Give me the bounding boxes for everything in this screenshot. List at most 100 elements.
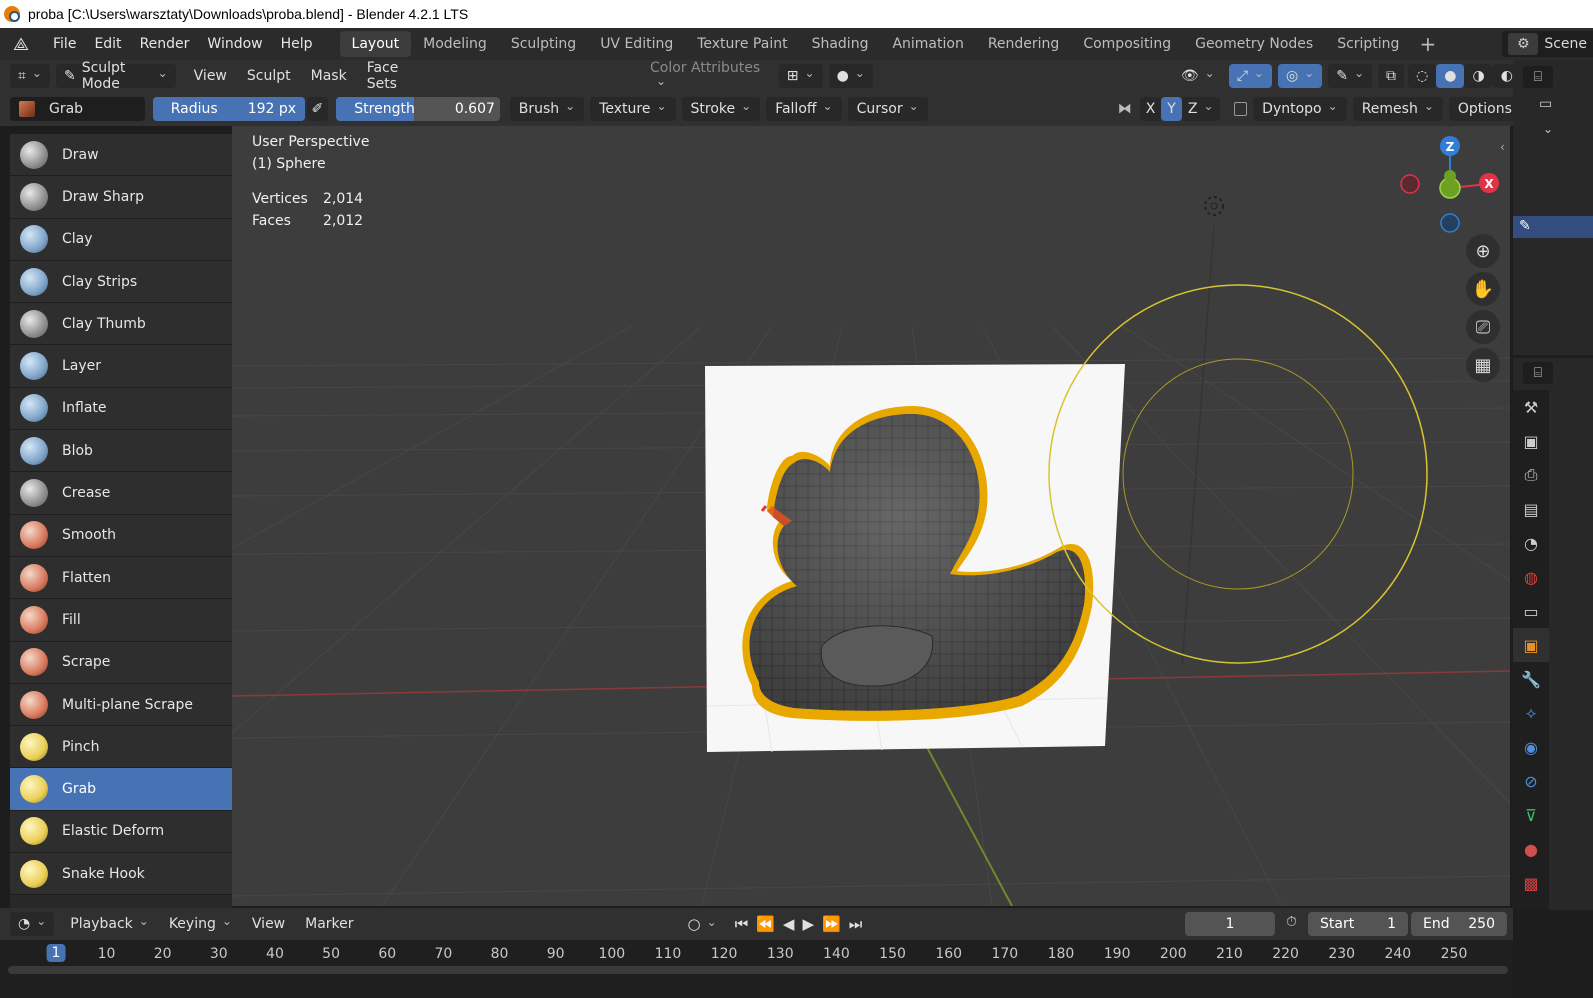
tab-animation[interactable]: Animation: [880, 31, 975, 57]
brush-item-clay-strips[interactable]: Clay Strips: [10, 260, 232, 304]
timeline-ruler[interactable]: 1 10 20 30 40 50 60 70 80 90 100 110 120 130 140 150 160…: [0, 940, 1513, 998]
visibility-dropdown[interactable]: 👁: [1173, 64, 1223, 88]
snapping-dropdown[interactable]: ●: [828, 64, 873, 88]
brush-item-pinch[interactable]: Pinch: [10, 726, 232, 769]
transform-pivot-dropdown[interactable]: ⊞: [778, 64, 823, 88]
gizmo-toggle[interactable]: ⤢: [1228, 64, 1272, 88]
properties-editor-type-icon[interactable]: ⌸: [1523, 362, 1553, 384]
mode-selector[interactable]: ✎ Sculpt Mode: [55, 60, 176, 92]
material-tab-icon[interactable]: ●: [1513, 832, 1549, 866]
menu-edit[interactable]: Edit: [85, 28, 130, 60]
brush-item-fill[interactable]: Fill: [10, 599, 232, 642]
stopwatch-icon[interactable]: ⏱: [1286, 914, 1297, 930]
symmetry-z[interactable]: Z: [1181, 97, 1220, 121]
texture-tab-icon[interactable]: ▩: [1513, 866, 1549, 900]
playhead[interactable]: 1: [46, 944, 66, 962]
brush-item-snake-hook[interactable]: Snake Hook: [10, 853, 232, 896]
output-tab-icon[interactable]: ⎙: [1513, 458, 1549, 492]
overlay-toggle[interactable]: ◎: [1277, 64, 1323, 88]
brush-item-draw[interactable]: Draw: [10, 134, 232, 177]
object-tab-icon[interactable]: ▣: [1513, 628, 1549, 662]
stroke-dropdown[interactable]: Stroke: [681, 97, 761, 121]
play-icon[interactable]: ▶: [798, 915, 818, 933]
remesh-dropdown[interactable]: Remesh: [1352, 97, 1443, 121]
brush-item-smooth[interactable]: Smooth: [10, 514, 232, 557]
color-attributes-dropdown[interactable]: Color Attributes: [640, 60, 773, 92]
world-tab-icon[interactable]: ◍: [1513, 560, 1549, 594]
outliner-filter-icon[interactable]: ▭: [1539, 96, 1552, 112]
playback-menu[interactable]: Playback: [60, 916, 159, 932]
render-tab-icon[interactable]: ▣: [1513, 424, 1549, 458]
ortho-toggle-icon[interactable]: ▦: [1466, 348, 1500, 382]
cursor-dropdown[interactable]: Cursor: [847, 97, 928, 121]
gizmo-neg-z[interactable]: [1440, 213, 1460, 233]
shading-solid[interactable]: ●: [1436, 64, 1465, 88]
constraints-tab-icon[interactable]: ⊘: [1513, 764, 1549, 798]
keying-menu[interactable]: Keying: [159, 916, 242, 932]
jump-keyframe-forward-icon[interactable]: ⏩: [818, 915, 845, 933]
timeline-scrollbar[interactable]: [8, 966, 1508, 974]
tab-sculpting[interactable]: Sculpting: [499, 31, 588, 57]
texture-dropdown[interactable]: Texture: [590, 97, 676, 121]
brush-item-elastic-deform[interactable]: Elastic Deform: [10, 810, 232, 854]
brush-item-flatten[interactable]: Flatten: [10, 556, 232, 600]
jump-end-icon[interactable]: ⏭: [845, 915, 867, 933]
tab-scripting[interactable]: Scripting: [1325, 31, 1411, 57]
start-frame-field[interactable]: Start 1: [1308, 912, 1408, 936]
marker-menu[interactable]: Marker: [295, 916, 363, 932]
add-workspace-icon[interactable]: +: [1411, 32, 1444, 56]
tab-texture-paint[interactable]: Texture Paint: [685, 31, 799, 57]
scene-tab-icon[interactable]: ◔: [1513, 526, 1549, 560]
tab-shading[interactable]: Shading: [800, 31, 881, 57]
data-tab-icon[interactable]: ⊽: [1513, 798, 1549, 832]
tab-compositing[interactable]: Compositing: [1071, 31, 1183, 57]
strength-field[interactable]: Strength 0.607: [336, 97, 500, 121]
shading-material[interactable]: ◑: [1464, 64, 1493, 88]
camera-view-icon[interactable]: ⎚: [1466, 310, 1500, 344]
sculpt-overlay-toggle[interactable]: ✎: [1328, 64, 1373, 88]
dyntopo-dropdown[interactable]: Dyntopo: [1253, 97, 1347, 121]
brush-item-clay[interactable]: Clay: [10, 218, 232, 261]
shading-wireframe[interactable]: ◌: [1408, 64, 1437, 88]
gizmo-y-positive[interactable]: [1444, 170, 1456, 182]
collection-tab-icon[interactable]: ▭: [1513, 594, 1549, 628]
menu-face-sets[interactable]: Face Sets: [357, 60, 434, 92]
brush-item-grab[interactable]: Grab: [10, 768, 232, 811]
brush-dropdown[interactable]: Brush: [509, 97, 585, 121]
pan-hand-icon[interactable]: ✋: [1466, 272, 1500, 306]
jump-start-icon[interactable]: ⏮: [731, 915, 753, 933]
tab-uv-editing[interactable]: UV Editing: [588, 31, 685, 57]
brush-selector[interactable]: Grab: [10, 97, 145, 121]
radius-field[interactable]: Radius 192 px: [152, 97, 305, 121]
tab-modeling[interactable]: Modeling: [411, 31, 499, 57]
editor-type-button[interactable]: ⌗: [10, 64, 50, 88]
menu-render[interactable]: Render: [131, 28, 199, 60]
3d-viewport[interactable]: Z X User Perspective (1) Sphere Vertices…: [232, 126, 1510, 906]
symmetry-x[interactable]: X: [1139, 97, 1162, 121]
symmetry-y[interactable]: Y: [1161, 97, 1182, 121]
timeline-editor-type[interactable]: ◔: [10, 912, 55, 936]
radius-pressure-icon[interactable]: ✐: [306, 97, 329, 121]
menu-mask[interactable]: Mask: [301, 68, 357, 84]
menu-help[interactable]: Help: [272, 28, 322, 60]
brush-item-scrape[interactable]: Scrape: [10, 641, 232, 684]
tool-tab-icon[interactable]: ⚒: [1513, 390, 1549, 424]
gizmo-neg-x[interactable]: [1400, 174, 1420, 194]
current-frame-field[interactable]: 1: [1185, 912, 1275, 936]
timeline-view-menu[interactable]: View: [242, 916, 295, 932]
menu-view[interactable]: View: [184, 68, 237, 84]
falloff-dropdown[interactable]: Falloff: [766, 97, 842, 121]
brush-item-inflate[interactable]: Inflate: [10, 387, 232, 431]
collapse-sidebar-icon[interactable]: ‹: [1500, 140, 1505, 154]
auto-keying-toggle[interactable]: ○: [684, 915, 721, 933]
brush-item-multi-plane-scrape[interactable]: Multi-plane Scrape: [10, 683, 232, 727]
menu-file[interactable]: File: [44, 28, 85, 60]
play-reverse-icon[interactable]: ◀: [779, 915, 799, 933]
tab-layout[interactable]: Layout: [339, 31, 412, 57]
brush-item-crease[interactable]: Crease: [10, 472, 232, 515]
outliner-editor-type-icon[interactable]: ⌸: [1523, 66, 1553, 88]
menu-sculpt[interactable]: Sculpt: [237, 68, 301, 84]
xray-toggle[interactable]: ⧉: [1378, 64, 1405, 88]
physics-tab-icon[interactable]: ◉: [1513, 730, 1549, 764]
brush-item-draw-sharp[interactable]: Draw Sharp: [10, 176, 232, 219]
